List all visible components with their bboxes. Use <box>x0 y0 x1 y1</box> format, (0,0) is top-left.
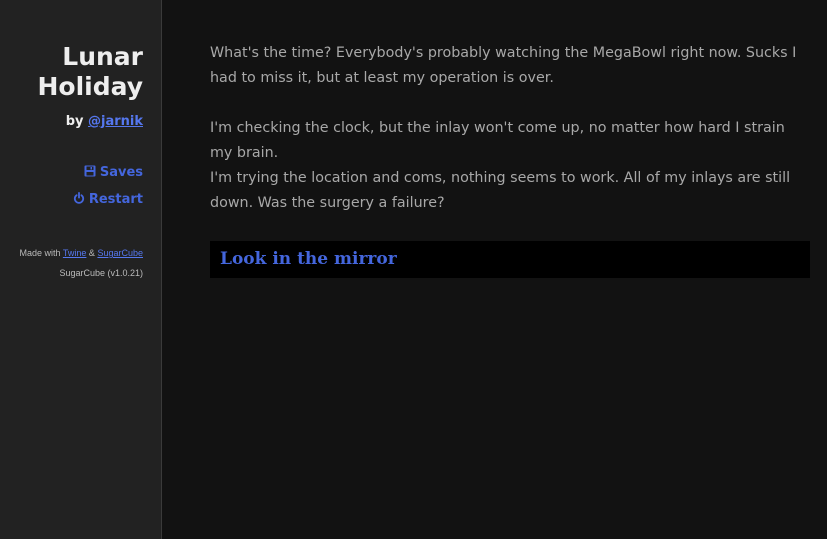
saves-button[interactable]: Saves <box>84 165 143 181</box>
restart-button[interactable]: Restart <box>73 191 143 208</box>
author-link[interactable]: @jarnik <box>88 114 143 129</box>
choice-box: Look in the mirror <box>210 241 810 278</box>
ampersand-text: & <box>88 248 95 258</box>
story-title-line-2: Holiday <box>37 72 143 101</box>
passage-paragraph-3: I'm trying the location and coms, nothin… <box>210 170 791 211</box>
floppy-disk-icon <box>84 165 96 181</box>
game-window: Lunar Holiday by @jarnik Saves Restart M… <box>0 0 827 539</box>
sidebar: Lunar Holiday by @jarnik Saves Restart M… <box>0 0 162 539</box>
look-in-mirror-link[interactable]: Look in the mirror <box>220 249 397 269</box>
passage-paragraph-1: What's the time? Everybody's probably wa… <box>210 45 797 86</box>
story-author: by @jarnik <box>66 114 143 129</box>
passage: What's the time? Everybody's probably wa… <box>210 41 810 216</box>
saves-label: Saves <box>99 165 143 180</box>
credits-line-1: Made with Twine & SugarCube <box>20 243 143 263</box>
made-with-text: Made with <box>19 248 61 258</box>
power-icon <box>73 191 85 208</box>
story-title-line-1: Lunar <box>62 42 143 71</box>
credits: Made with Twine & SugarCube SugarCube (v… <box>20 243 143 283</box>
story-title: Lunar Holiday <box>0 42 143 102</box>
version-text: SugarCube (v1.0.21) <box>59 268 143 278</box>
passage-paragraph-2: I'm checking the clock, but the inlay wo… <box>210 120 785 161</box>
twine-link[interactable]: Twine <box>63 248 87 258</box>
sugarcube-link[interactable]: SugarCube <box>97 248 143 258</box>
author-prefix: by <box>65 114 84 129</box>
restart-label: Restart <box>88 192 143 207</box>
